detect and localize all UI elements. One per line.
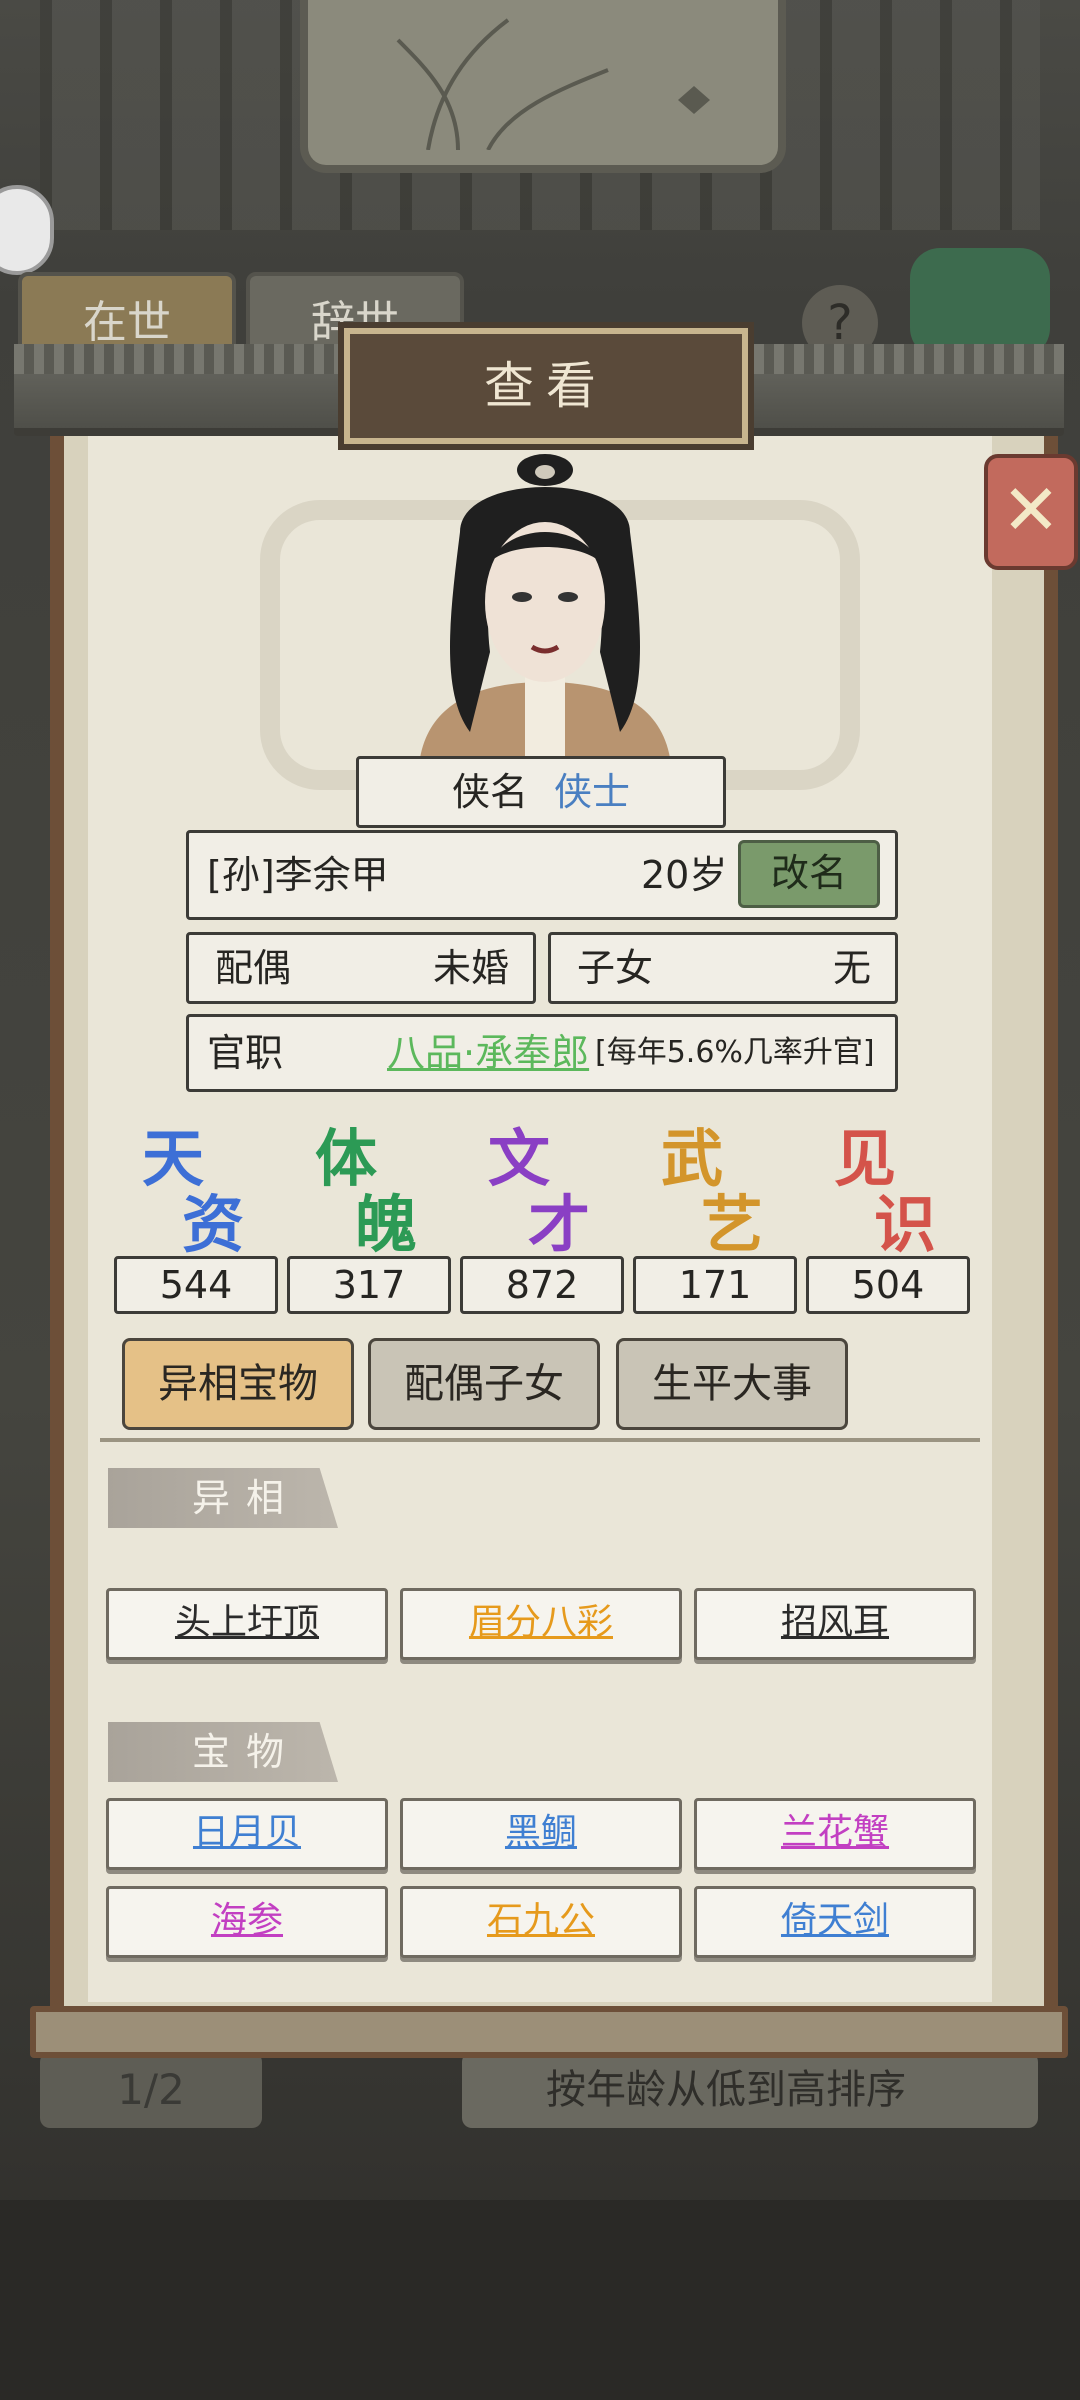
stat-literacy-value: 872	[460, 1256, 624, 1314]
children-label: 子女	[577, 946, 654, 990]
tab-traits-treasures[interactable]: 异相宝物	[122, 1338, 354, 1430]
stat-knowledge-icon: 见 识	[812, 1108, 962, 1261]
character-portrait	[420, 454, 670, 758]
hero-title-value: 侠士	[554, 770, 631, 814]
character-age: 20岁	[641, 853, 728, 897]
treasure-item[interactable]: 兰花蟹	[694, 1798, 976, 1870]
stat-physique-glyph-bottom: 魄	[355, 1188, 418, 1261]
children-value: 无	[832, 946, 871, 990]
stat-physique-value: 317	[287, 1256, 451, 1314]
treasure-item[interactable]: 海参	[106, 1886, 388, 1958]
treasures-heading: 宝物	[108, 1722, 338, 1782]
office-label: 官职	[207, 1031, 284, 1075]
trait-item[interactable]: 头上圩顶	[106, 1588, 388, 1660]
close-icon[interactable]: ✕	[984, 454, 1078, 570]
stat-knowledge-glyph-bottom: 识	[874, 1188, 937, 1261]
stat-martial-glyph-bottom: 艺	[701, 1188, 764, 1261]
office-value[interactable]: 八品·承奉郎	[387, 1017, 589, 1089]
stat-knowledge-value: 504	[806, 1256, 970, 1314]
spouse-value: 未婚	[432, 946, 509, 990]
rename-button[interactable]: 改名	[738, 840, 880, 908]
treasure-item[interactable]: 日月贝	[106, 1798, 388, 1870]
dialog-title: 查看	[344, 328, 748, 444]
treasure-item[interactable]: 石九公	[400, 1886, 682, 1958]
page-indicator[interactable]: 1/2	[40, 2052, 262, 2128]
scroll-bottom-rod	[30, 2006, 1068, 2058]
tab-spouse-children[interactable]: 配偶子女	[368, 1338, 600, 1430]
stat-aptitude-icon: 天 资	[120, 1108, 270, 1261]
trait-item[interactable]: 招风耳	[694, 1588, 976, 1660]
treasure-item[interactable]: 黑鲷	[400, 1798, 682, 1870]
hero-title-label: 侠名	[451, 770, 528, 814]
stat-martial-value: 171	[633, 1256, 797, 1314]
stat-martial-icon: 武 艺	[639, 1108, 789, 1261]
traits-heading: 异相	[108, 1468, 338, 1528]
hero-title-box: 侠名 侠士	[356, 756, 726, 828]
section-divider	[100, 1438, 980, 1442]
trait-item[interactable]: 眉分八彩	[400, 1588, 682, 1660]
spouse-label: 配偶	[215, 946, 292, 990]
office-note: [每年5.6%几率升官]	[595, 1035, 875, 1070]
treasure-item[interactable]: 倚天剑	[694, 1886, 976, 1958]
spouse-box: 配偶 未婚	[186, 932, 536, 1004]
tab-life-events[interactable]: 生平大事	[616, 1338, 848, 1430]
stat-literacy-glyph-bottom: 才	[528, 1188, 591, 1261]
stat-aptitude-value: 544	[114, 1256, 278, 1314]
stat-physique-icon: 体 魄	[293, 1108, 443, 1261]
stat-literacy-icon: 文 才	[466, 1108, 616, 1261]
sort-button[interactable]: 按年龄从低到高排序	[462, 2052, 1038, 2128]
back-icon[interactable]	[910, 248, 1050, 358]
children-box: 子女 无	[548, 932, 898, 1004]
orchid-painting	[300, 0, 786, 173]
floor	[0, 2200, 1080, 2400]
stat-aptitude-glyph-bottom: 资	[182, 1188, 245, 1261]
character-name: [孙]李余甲	[207, 853, 389, 897]
office-box: 官职 八品·承奉郎 [每年5.6%几率升官]	[186, 1014, 898, 1092]
